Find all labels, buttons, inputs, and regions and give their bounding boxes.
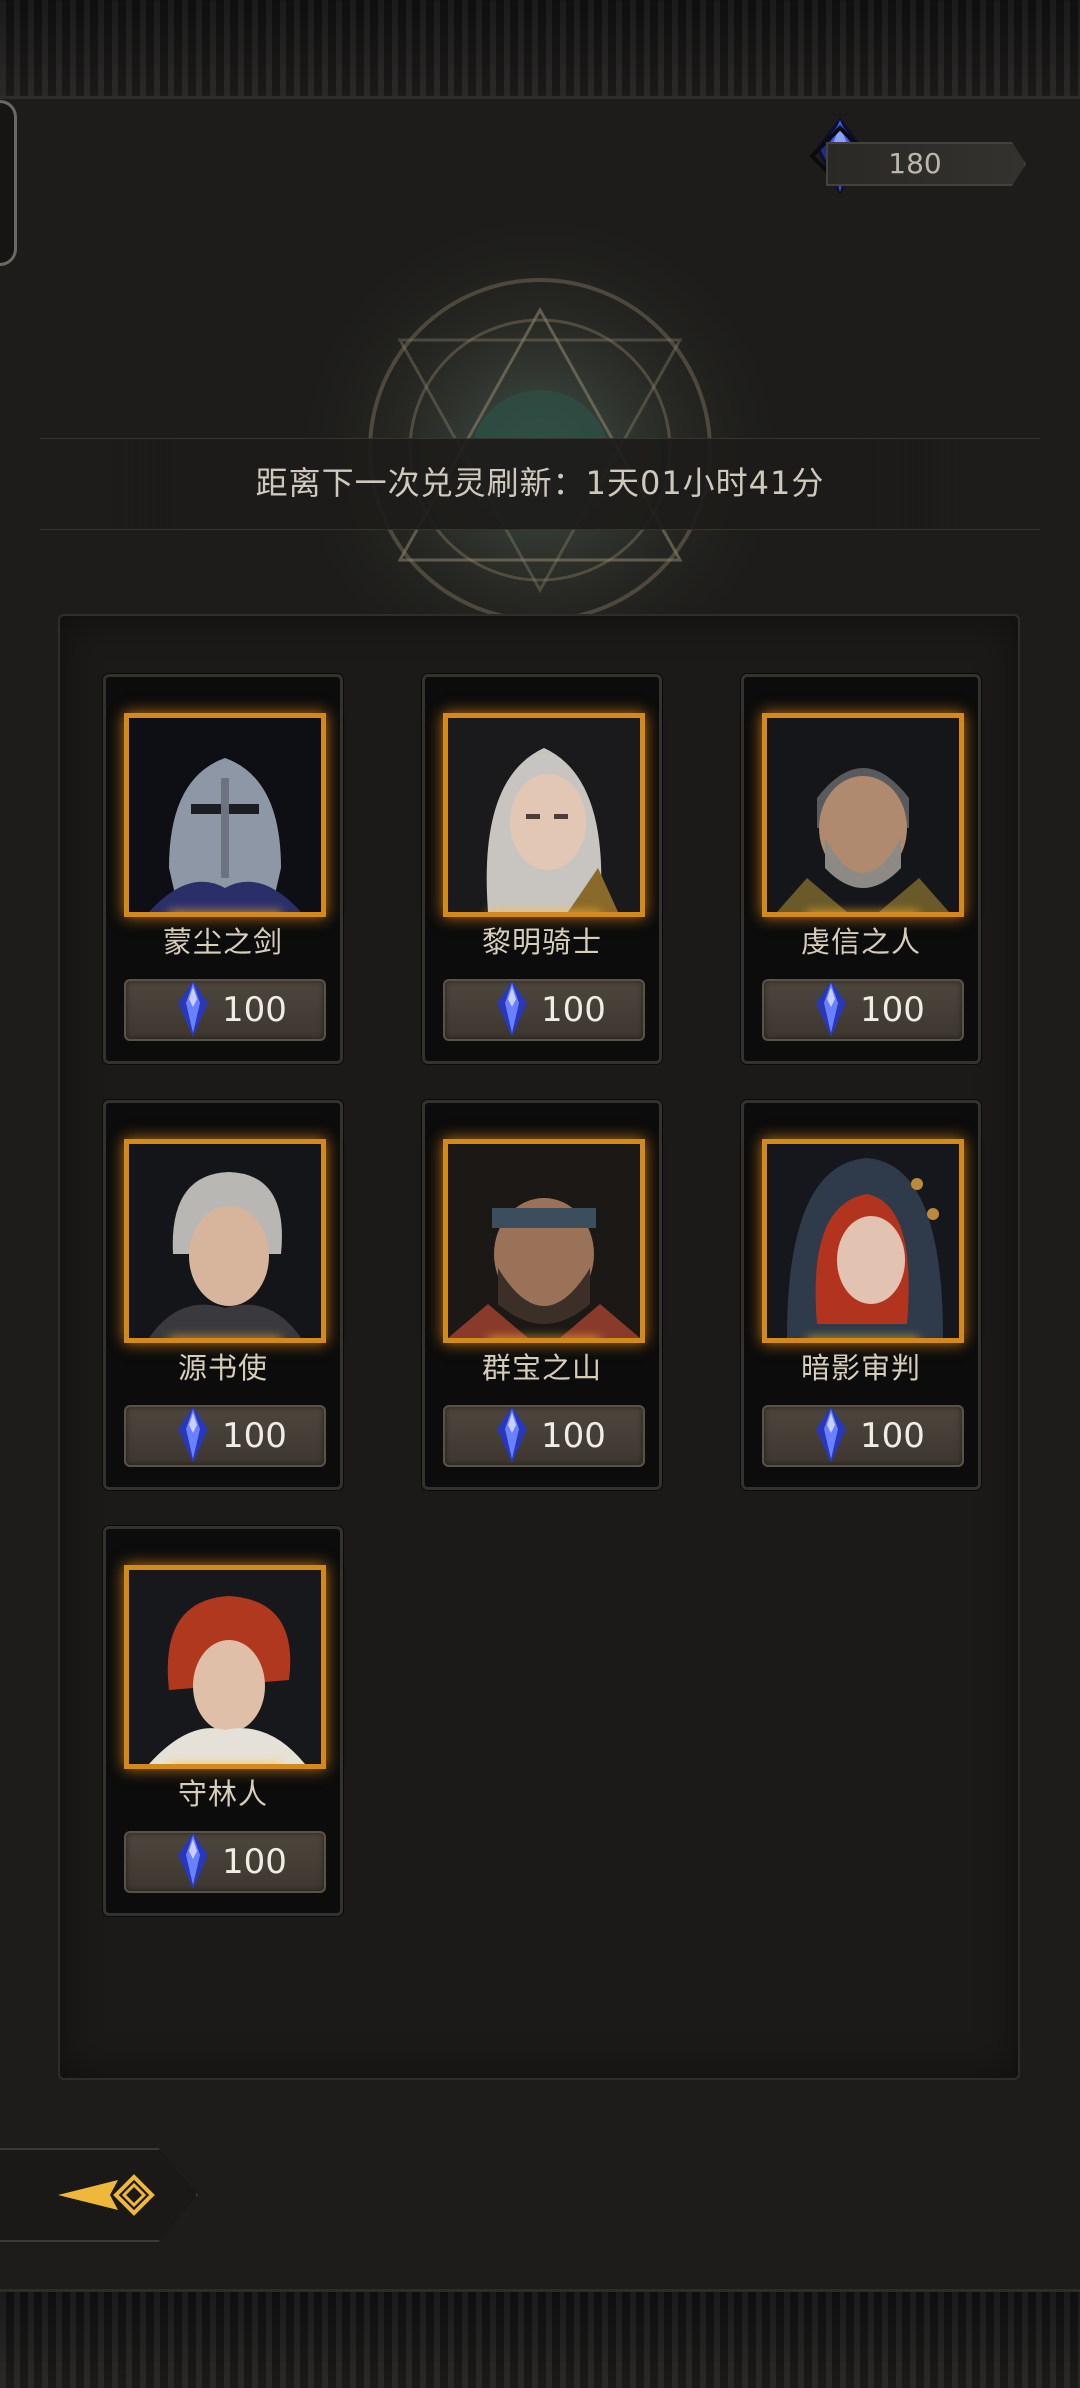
portrait-frame (762, 713, 964, 917)
portrait-frame (124, 1139, 326, 1343)
spirit-card[interactable]: 群宝之山 100 (422, 1100, 662, 1490)
portrait-frame (124, 713, 326, 917)
portrait-frame (762, 1139, 964, 1343)
card-name: 暗影审判 (800, 1351, 921, 1385)
bandana-bearded-man-portrait (448, 1144, 640, 1338)
currency-amount: 180 (888, 147, 942, 180)
back-arrow-icon (58, 2174, 155, 2216)
red-haired-man-portrait (129, 1570, 321, 1764)
portrait-frame (443, 713, 645, 917)
silver-haired-youth-portrait (129, 1144, 321, 1338)
spirit-card[interactable]: 守林人 100 (103, 1526, 343, 1916)
buy-button[interactable]: 100 (124, 1405, 326, 1467)
bearded-grey-man-portrait (767, 718, 959, 912)
price-value: 100 (222, 1842, 287, 1882)
buy-button[interactable]: 100 (124, 1831, 326, 1893)
price-value: 100 (860, 1416, 925, 1456)
blue-crystal-icon (497, 981, 527, 1037)
portrait-frame (443, 1139, 645, 1343)
side-drawer-handle[interactable] (0, 100, 17, 266)
spirit-card[interactable]: 暗影审判 100 (741, 1100, 981, 1490)
back-button[interactable] (0, 2148, 198, 2242)
card-name: 守林人 (177, 1777, 268, 1811)
blue-crystal-icon (178, 1407, 208, 1463)
buy-button[interactable]: 100 (443, 979, 645, 1041)
price-value: 100 (541, 990, 606, 1030)
spirit-card[interactable]: 黎明骑士 100 (422, 674, 662, 1064)
armored-knight-portrait (129, 718, 321, 912)
card-name: 群宝之山 (481, 1351, 602, 1385)
portrait-frame (124, 1565, 326, 1769)
bottom-ornament-border (0, 2289, 1080, 2388)
spirit-card[interactable]: 源书使 100 (103, 1100, 343, 1490)
card-name: 源书使 (177, 1351, 268, 1385)
red-haired-hooded-woman-portrait (767, 1144, 959, 1338)
price-value: 100 (860, 990, 925, 1030)
blue-crystal-icon (816, 981, 846, 1037)
price-value: 100 (222, 990, 287, 1030)
card-name: 虔信之人 (800, 925, 921, 959)
buy-button[interactable]: 100 (762, 1405, 964, 1467)
top-ornament-border (0, 0, 1080, 99)
buy-button[interactable]: 100 (124, 979, 326, 1041)
background-emblem (280, 170, 800, 640)
blue-crystal-icon (497, 1407, 527, 1463)
card-name: 蒙尘之剑 (162, 925, 283, 959)
buy-button[interactable]: 100 (443, 1405, 645, 1467)
blue-crystal-icon (178, 1833, 208, 1889)
spirit-card[interactable]: 蒙尘之剑 100 (103, 674, 343, 1064)
blue-crystal-icon (816, 1407, 846, 1463)
white-haired-woman-portrait (448, 718, 640, 912)
price-value: 100 (541, 1416, 606, 1456)
card-name: 黎明骑士 (481, 925, 602, 959)
spirit-card[interactable]: 虔信之人 100 (741, 674, 981, 1064)
refresh-timer: 距离下一次兑灵刷新：1天01小时41分 (255, 464, 825, 502)
blue-crystal-icon (178, 981, 208, 1037)
currency-display: 180 (826, 142, 1026, 186)
buy-button[interactable]: 100 (762, 979, 964, 1041)
price-value: 100 (222, 1416, 287, 1456)
